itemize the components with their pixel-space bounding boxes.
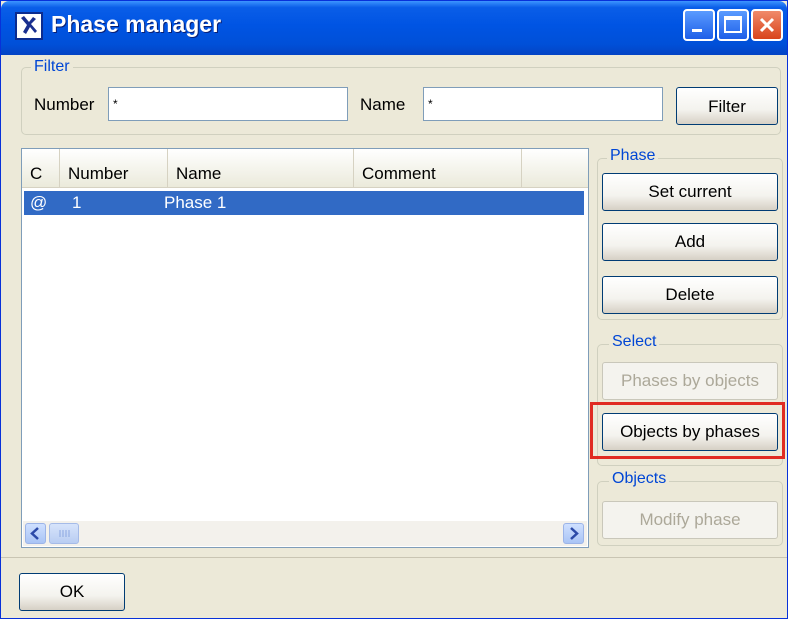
minimize-button[interactable] xyxy=(683,9,715,41)
phase-group-legend: Phase xyxy=(607,147,659,165)
list-header: C Number Name Comment xyxy=(22,149,588,188)
phase-list[interactable]: C Number Name Comment @ 1 Phase 1 xyxy=(21,148,589,548)
modify-phase-button[interactable]: Modify phase xyxy=(602,501,778,539)
add-button[interactable]: Add xyxy=(602,223,778,261)
select-group-legend: Select xyxy=(609,333,660,351)
filter-group-legend: Filter xyxy=(31,58,73,76)
row-current-marker: @ xyxy=(30,193,48,212)
column-header-c[interactable]: C xyxy=(22,149,60,187)
footer-divider xyxy=(1,557,787,558)
row-name: Phase 1 xyxy=(164,193,227,212)
name-filter-input[interactable] xyxy=(423,87,663,121)
app-icon xyxy=(15,12,43,40)
number-filter-input[interactable] xyxy=(108,87,348,121)
filter-button[interactable]: Filter xyxy=(676,87,778,125)
maximize-button[interactable] xyxy=(717,9,749,41)
name-label: Name xyxy=(360,95,406,114)
ok-button[interactable]: OK xyxy=(19,573,125,611)
chevron-left-icon xyxy=(30,527,39,540)
phase-manager-window: Phase manager Filter Number Name Filter … xyxy=(0,0,788,619)
title-bar[interactable]: Phase manager xyxy=(1,1,787,55)
scroll-thumb[interactable] xyxy=(49,523,79,544)
table-row[interactable]: @ 1 Phase 1 xyxy=(24,191,584,215)
chevron-right-icon xyxy=(570,527,579,540)
set-current-button[interactable]: Set current xyxy=(602,173,778,211)
objects-group-legend: Objects xyxy=(609,470,670,488)
window-title: Phase manager xyxy=(51,11,222,37)
column-header-name[interactable]: Name xyxy=(168,149,354,187)
scroll-left-button[interactable] xyxy=(25,523,46,544)
horizontal-scrollbar[interactable] xyxy=(23,521,587,546)
row-number: 1 xyxy=(72,193,82,212)
scroll-right-button[interactable] xyxy=(563,523,584,544)
close-button[interactable] xyxy=(751,9,783,41)
phases-by-objects-button[interactable]: Phases by objects xyxy=(602,362,778,400)
column-header-filler xyxy=(522,149,588,187)
objects-by-phases-button[interactable]: Objects by phases xyxy=(602,413,778,451)
column-header-number[interactable]: Number xyxy=(60,149,168,187)
number-label: Number xyxy=(34,95,95,114)
delete-button[interactable]: Delete xyxy=(602,276,778,314)
column-header-comment[interactable]: Comment xyxy=(354,149,522,187)
grip-icon xyxy=(59,530,70,537)
